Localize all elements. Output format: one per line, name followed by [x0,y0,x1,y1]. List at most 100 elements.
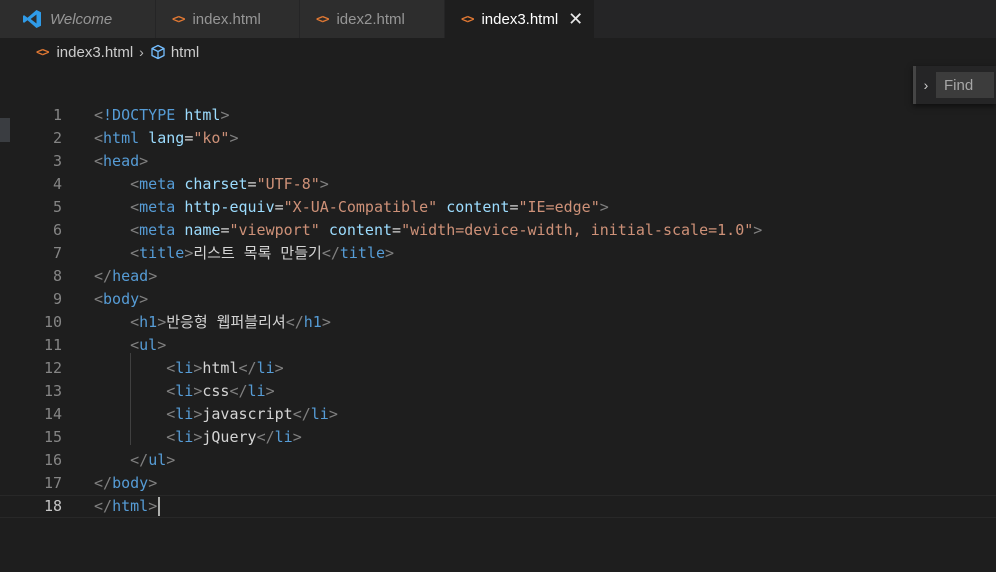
tab-label: Welcome [50,10,113,28]
code-token: > [319,175,329,193]
code-token: "IE=edge" [518,198,600,216]
line-number: 16 [43,451,62,469]
code-text: <li>html</li> [94,357,283,380]
symbol-element-icon [150,44,166,60]
code-token: > [321,313,331,331]
line-number: 11 [43,336,62,354]
code-token: html [184,106,221,124]
code-token: html [202,359,239,377]
code-text: <meta name="viewport" content="width=dev… [94,219,762,242]
code-token: </ [292,405,311,423]
code-token: li [256,359,275,377]
code-line[interactable]: 7 <title>리스트 목록 만들기</title> [0,242,996,265]
code-line[interactable]: 4 <meta charset="UTF-8"> [0,173,996,196]
code-line[interactable]: 9 <body> [0,288,996,311]
code-line[interactable]: 14 <li>javascript</li> [0,403,996,426]
line-number: 3 [52,152,62,170]
code-line[interactable]: 13 <li>css</li> [0,380,996,403]
code-line[interactable]: 15 <li>jQuery</li> [0,426,996,449]
code-line[interactable]: 1 <!DOCTYPE html> [0,104,996,127]
code-token: > [148,267,158,285]
code-token: = [247,175,257,193]
code-token: body [103,290,140,308]
code-line[interactable]: 10 <h1>반응형 웹퍼블리셔</h1> [0,311,996,334]
code-token: content [446,198,510,216]
tab-idex2-html[interactable]: <> idex2.html [300,0,445,38]
line-number: 18 [43,497,62,515]
code-token: > [229,129,239,147]
html-file-icon: <> [172,12,185,26]
code-token: jQuery [202,428,257,446]
code-token: 반응형 웹퍼블리셔 [166,313,286,331]
line-number: 4 [52,175,62,193]
html-file-icon: <> [36,45,49,59]
find-input[interactable] [936,72,994,98]
text-cursor [158,497,161,516]
code-token: > [148,474,158,492]
code-line[interactable]: 12 <li>html</li> [0,357,996,380]
line-number: 1 [52,106,62,124]
code-token: </ [285,313,304,331]
code-line[interactable]: 8 </head> [0,265,996,288]
code-token: </ [321,244,340,262]
code-line[interactable]: 5 <meta http-equiv="X-UA-Compatible" con… [0,196,996,219]
code-text: <meta charset="UTF-8"> [94,173,329,196]
code-token: h1 [303,313,322,331]
tab-index-html[interactable]: <> index.html [156,0,300,38]
code-token: > [220,106,230,124]
code-line[interactable]: 2 <html lang="ko"> [0,127,996,150]
code-token: </ [94,267,113,285]
code-token: title [339,244,386,262]
breadcrumb-symbol[interactable]: html [171,44,199,61]
code-line[interactable]: 18 </html> [0,495,996,518]
line-number: 2 [52,129,62,147]
tab-welcome[interactable]: Welcome [0,0,156,38]
breadcrumb-file[interactable]: index3.html [56,44,133,61]
code-text: </ul> [94,449,175,472]
code-token: "ko" [193,129,230,147]
code-token: < [94,129,104,147]
code-token: name [184,221,221,239]
code-token: ul [139,336,158,354]
code-line[interactable]: 6 <meta name="viewport" content="width=d… [0,219,996,242]
chevron-right-icon: › [139,44,144,60]
code-token: li [175,382,194,400]
line-number: 14 [43,405,62,423]
line-number: 10 [43,313,62,331]
code-line[interactable]: 16 </ul> [0,449,996,472]
code-token: css [202,382,230,400]
code-line[interactable]: 11 <ul> [0,334,996,357]
code-token: content [328,221,393,239]
code-token: > [599,198,609,216]
code-text: <li>javascript</li> [94,403,338,426]
code-token: > [753,221,763,239]
code-line[interactable]: 3 <head> [0,150,996,173]
code-token: "viewport" [229,221,320,239]
code-token: < [94,290,104,308]
code-token: > [292,428,302,446]
line-number: 12 [43,359,62,377]
code-token: < [166,405,176,423]
tab-index3-html[interactable]: <> index3.html ✕ [445,0,595,38]
chevron-right-icon[interactable]: › [916,77,936,93]
code-token: < [94,106,104,124]
code-editor[interactable]: 1 <!DOCTYPE html> 2 <html lang="ko"> 3 <head>… [0,104,996,572]
code-token: < [166,382,176,400]
code-text: <head> [94,150,148,173]
code-token: = [184,129,194,147]
close-icon[interactable]: ✕ [568,10,583,28]
code-text: <h1>반응형 웹퍼블리셔</h1> [94,311,331,334]
code-token: > [139,152,149,170]
code-text: <li>css</li> [94,380,274,403]
code-token: li [247,382,266,400]
code-token: < [130,221,140,239]
code-line[interactable]: 17 </body> [0,472,996,495]
code-token: body [112,474,149,492]
find-widget: › [913,66,996,104]
line-number: 13 [43,382,62,400]
